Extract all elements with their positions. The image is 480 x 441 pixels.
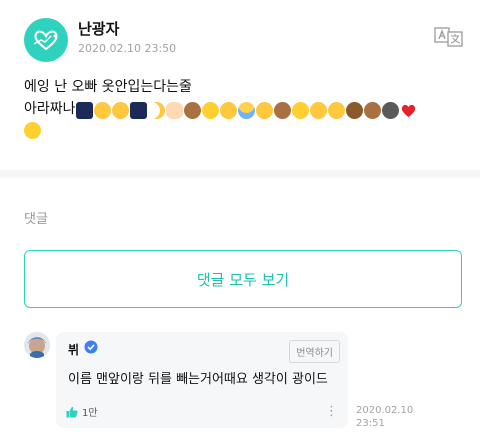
comment-text: 이름 맨앞이랑 뒤를 빼는거어때요 생각이 광이드 (68, 372, 328, 387)
post-text-line1: 에잉 난 오빠 옷안입는다는줄 (24, 79, 192, 95)
section-divider (0, 170, 480, 178)
verified-badge-icon (84, 340, 98, 354)
heart-logo-icon (33, 30, 58, 51)
comment-translate-button[interactable]: 번역하기 (289, 340, 340, 363)
night-stars-emoji-icon (129, 101, 147, 119)
smiling-emoji-icon (309, 101, 327, 119)
heart-eyes-emoji-icon (111, 101, 129, 119)
post-header: 난광자 2020.02.10 23:50 (24, 16, 464, 62)
comment-date: 2020.02.10 (356, 405, 414, 416)
comment-like-count: 1만 (82, 408, 98, 419)
full-moon-emoji-icon (291, 101, 309, 119)
full-moon-emoji-icon (24, 122, 41, 139)
see-no-evil-monkey-emoji-icon (183, 101, 201, 119)
screaming-emoji-icon (237, 101, 255, 119)
commenter-avatar[interactable] (24, 332, 50, 358)
translate-icon[interactable] (434, 26, 464, 48)
full-moon-emoji-icon (201, 101, 219, 119)
red-heart-emoji-icon (400, 102, 417, 119)
hands-emoji-icon (165, 101, 183, 119)
comment-like-button[interactable]: 1만 (66, 404, 98, 419)
see-no-evil-monkey-emoji-icon (363, 101, 381, 119)
comment-card: 뷔 번역하기 이름 맨앞이랑 뒤를 빼는거어때요 생각이 광이드 1만 ⋮ (56, 332, 348, 428)
bear-emoji-icon (345, 101, 363, 119)
post-text-prefix: 아라짜나 (24, 101, 76, 117)
thumbs-up-icon (66, 406, 78, 417)
comment-time: 23:51 (356, 418, 385, 429)
author-avatar[interactable] (24, 18, 68, 62)
post-body: 에잉 난 오빠 옷안입는다는줄 아라짜나 (24, 76, 464, 139)
post-text-line3 (24, 120, 464, 139)
heart-eyes-emoji-icon (93, 101, 111, 119)
emoji-sequence (75, 100, 418, 119)
comment-more-options-icon[interactable]: ⋮ (325, 404, 338, 419)
speak-no-evil-monkey-emoji-icon (273, 101, 291, 119)
grinning-sweat-emoji-icon (219, 101, 237, 119)
night-stars-emoji-icon (75, 101, 93, 119)
post-date: 2020.02.10 23:50 (78, 42, 177, 55)
grinning-sweat-emoji-icon (327, 101, 345, 119)
comment-timestamp: 2020.02.10 23:51 (356, 404, 413, 430)
post-author-name[interactable]: 난광자 (78, 18, 119, 39)
comments-section-label: 댓글 (24, 212, 48, 227)
view-all-comments-button[interactable]: 댓글 모두 보기 (24, 250, 462, 308)
new-moon-emoji-icon (381, 101, 399, 119)
grinning-sweat-emoji-icon (255, 101, 273, 119)
crescent-moon-emoji-icon (148, 102, 165, 119)
post-text-line2: 아라짜나 (24, 98, 464, 120)
comment-author-name[interactable]: 뷔 (68, 341, 79, 358)
